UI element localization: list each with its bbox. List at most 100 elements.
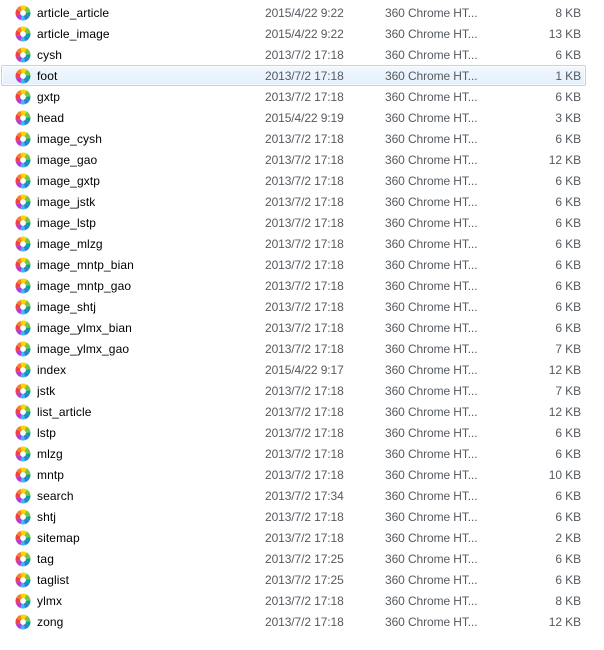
file-type: 360 Chrome HT... [385,237,507,251]
file-row[interactable]: tag2013/7/2 17:25360 Chrome HT...6 KB [1,548,586,569]
file-row[interactable]: sitemap2013/7/2 17:18360 Chrome HT...2 K… [1,527,586,548]
file-row[interactable]: ylmx2013/7/2 17:18360 Chrome HT...8 KB [1,590,586,611]
file-row[interactable]: lstp2013/7/2 17:18360 Chrome HT...6 KB [1,422,586,443]
file-type: 360 Chrome HT... [385,510,507,524]
file-list-details-view[interactable]: article_article2015/4/22 9:22360 Chrome … [0,0,604,650]
file-name: image_gao [37,153,265,167]
file-row[interactable]: image_gao2013/7/2 17:18360 Chrome HT...1… [1,149,586,170]
360-chrome-html-document-icon [15,215,31,231]
360-chrome-html-document-icon [15,194,31,210]
file-row[interactable]: index2015/4/22 9:17360 Chrome HT...12 KB [1,359,586,380]
file-size: 8 KB [507,6,585,20]
file-row[interactable]: image_mntp_gao2013/7/2 17:18360 Chrome H… [1,275,586,296]
file-row[interactable]: foot2013/7/2 17:18360 Chrome HT...1 KB [1,65,586,86]
file-type: 360 Chrome HT... [385,342,507,356]
file-row[interactable]: image_gxtp2013/7/2 17:18360 Chrome HT...… [1,170,586,191]
file-name: tag [37,552,265,566]
file-size: 6 KB [507,489,585,503]
file-row[interactable]: image_cysh2013/7/2 17:18360 Chrome HT...… [1,128,586,149]
file-date: 2015/4/22 9:17 [265,363,385,377]
file-size: 6 KB [507,237,585,251]
file-row[interactable]: zong2013/7/2 17:18360 Chrome HT...12 KB [1,611,586,632]
360-chrome-html-document-icon [15,488,31,504]
file-date: 2013/7/2 17:18 [265,594,385,608]
file-type: 360 Chrome HT... [385,48,507,62]
file-size: 6 KB [507,321,585,335]
file-size: 10 KB [507,468,585,482]
file-name: image_mntp_bian [37,258,265,272]
file-type: 360 Chrome HT... [385,90,507,104]
file-size: 7 KB [507,342,585,356]
360-chrome-html-document-icon [15,131,31,147]
360-chrome-html-document-icon [15,278,31,294]
file-name: image_mlzg [37,237,265,251]
file-row[interactable]: image_ylmx_bian2013/7/2 17:18360 Chrome … [1,317,586,338]
file-row[interactable]: gxtp2013/7/2 17:18360 Chrome HT...6 KB [1,86,586,107]
file-type: 360 Chrome HT... [385,573,507,587]
file-row[interactable]: mntp2013/7/2 17:18360 Chrome HT...10 KB [1,464,586,485]
file-date: 2013/7/2 17:18 [265,216,385,230]
file-row[interactable]: image_mlzg2013/7/2 17:18360 Chrome HT...… [1,233,586,254]
file-row[interactable]: shtj2013/7/2 17:18360 Chrome HT...6 KB [1,506,586,527]
file-row[interactable]: image_mntp_bian2013/7/2 17:18360 Chrome … [1,254,586,275]
file-row[interactable]: image_shtj2013/7/2 17:18360 Chrome HT...… [1,296,586,317]
file-date: 2015/4/22 9:22 [265,27,385,41]
file-size: 6 KB [507,216,585,230]
file-size: 6 KB [507,195,585,209]
file-size: 3 KB [507,111,585,125]
file-date: 2013/7/2 17:18 [265,90,385,104]
file-size: 12 KB [507,615,585,629]
file-type: 360 Chrome HT... [385,300,507,314]
file-row[interactable]: image_ylmx_gao2013/7/2 17:18360 Chrome H… [1,338,586,359]
file-date: 2015/4/22 9:19 [265,111,385,125]
file-name: image_shtj [37,300,265,314]
file-date: 2013/7/2 17:18 [265,174,385,188]
file-row[interactable]: jstk2013/7/2 17:18360 Chrome HT...7 KB [1,380,586,401]
file-size: 6 KB [507,552,585,566]
360-chrome-html-document-icon [15,614,31,630]
file-size: 6 KB [507,258,585,272]
file-name: image_lstp [37,216,265,230]
file-name: zong [37,615,265,629]
file-date: 2013/7/2 17:18 [265,405,385,419]
file-name: index [37,363,265,377]
file-type: 360 Chrome HT... [385,195,507,209]
file-size: 7 KB [507,384,585,398]
file-name: foot [37,69,265,83]
file-row[interactable]: list_article2013/7/2 17:18360 Chrome HT.… [1,401,586,422]
file-date: 2013/7/2 17:18 [265,426,385,440]
file-size: 6 KB [507,447,585,461]
file-type: 360 Chrome HT... [385,489,507,503]
file-date: 2013/7/2 17:18 [265,510,385,524]
file-row[interactable]: search2013/7/2 17:34360 Chrome HT...6 KB [1,485,586,506]
file-name: head [37,111,265,125]
file-row[interactable]: cysh2013/7/2 17:18360 Chrome HT...6 KB [1,44,586,65]
file-row[interactable]: image_jstk2013/7/2 17:18360 Chrome HT...… [1,191,586,212]
file-row[interactable]: taglist2013/7/2 17:25360 Chrome HT...6 K… [1,569,586,590]
file-size: 12 KB [507,363,585,377]
file-row[interactable]: article_image2015/4/22 9:22360 Chrome HT… [1,23,586,44]
file-type: 360 Chrome HT... [385,615,507,629]
file-row[interactable]: article_article2015/4/22 9:22360 Chrome … [1,2,586,23]
file-date: 2013/7/2 17:18 [265,321,385,335]
file-size: 13 KB [507,27,585,41]
file-type: 360 Chrome HT... [385,111,507,125]
file-type: 360 Chrome HT... [385,468,507,482]
360-chrome-html-document-icon [15,89,31,105]
360-chrome-html-document-icon [15,320,31,336]
file-type: 360 Chrome HT... [385,27,507,41]
file-type: 360 Chrome HT... [385,132,507,146]
file-row[interactable]: mlzg2013/7/2 17:18360 Chrome HT...6 KB [1,443,586,464]
360-chrome-html-document-icon [15,173,31,189]
360-chrome-html-document-icon [15,110,31,126]
file-date: 2013/7/2 17:18 [265,258,385,272]
360-chrome-html-document-icon [15,47,31,63]
file-size: 6 KB [507,48,585,62]
file-row[interactable]: head2015/4/22 9:19360 Chrome HT...3 KB [1,107,586,128]
file-date: 2013/7/2 17:18 [265,468,385,482]
360-chrome-html-document-icon [15,425,31,441]
file-date: 2013/7/2 17:34 [265,489,385,503]
file-row[interactable]: image_lstp2013/7/2 17:18360 Chrome HT...… [1,212,586,233]
360-chrome-html-document-icon [15,551,31,567]
file-date: 2013/7/2 17:18 [265,531,385,545]
